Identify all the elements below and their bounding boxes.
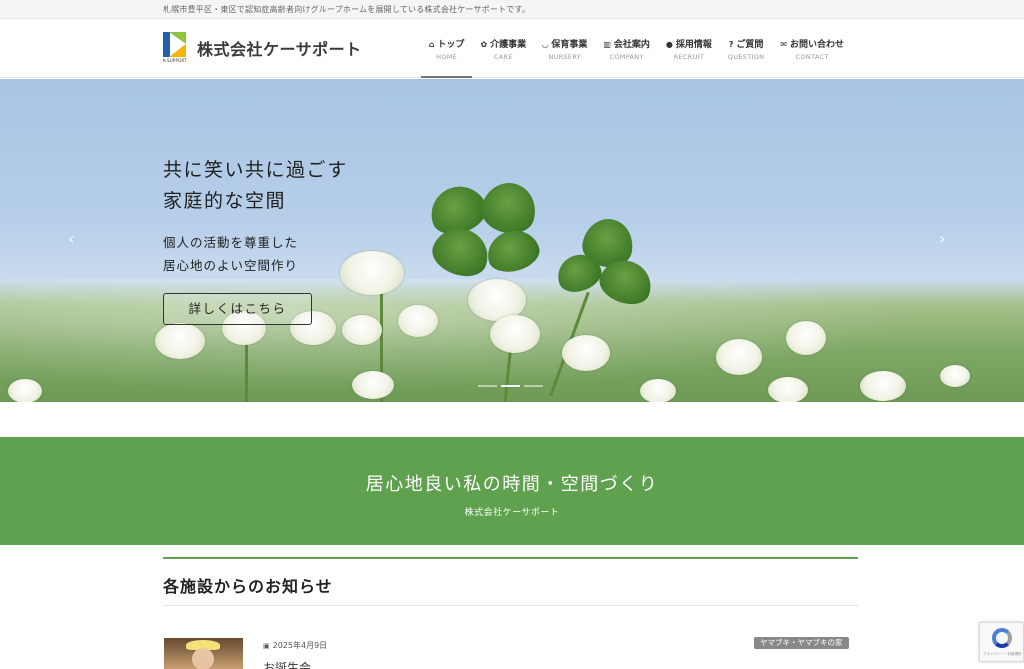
slider-dot[interactable]	[524, 385, 543, 387]
hero-subtitle: 個人の活動を尊重した 居心地のよい空間作り	[163, 231, 348, 277]
nav-item-contact[interactable]: ✉ お問い合わせ CONTACT	[772, 37, 852, 78]
site-logo[interactable]: K-SUPPORT 株式会社ケーサポート	[163, 32, 362, 63]
nav-sublabel: RECRUIT	[673, 53, 705, 61]
hero-title-line: 共に笑い共に過ごす	[163, 159, 348, 181]
hero-sub-line: 居心地のよい空間作り	[163, 258, 299, 273]
hero-copy: 共に笑い共に過ごす 家庭的な空間 個人の活動を尊重した 居心地のよい空間作り	[163, 155, 348, 277]
nav-item-home[interactable]: ⌂ トップ HOME	[420, 37, 473, 78]
mail-icon: ✉	[780, 40, 787, 49]
nav-item-recruit[interactable]: ● 採用情報 RECRUIT	[658, 37, 720, 78]
recaptcha-badge[interactable]: プライバシー・利用規約	[979, 622, 1024, 662]
nav-label: 会社案内	[613, 40, 650, 50]
building-icon: ▥	[603, 40, 611, 49]
news-date: ▣ 2025年4月9日	[263, 640, 327, 651]
nav-sublabel: CONTACT	[795, 53, 829, 61]
care-icon: ✿	[480, 40, 488, 49]
slider-next-arrow-icon[interactable]: ›	[939, 229, 945, 248]
section-divider	[163, 557, 858, 559]
news-date-text: 2025年4月9日	[272, 641, 328, 650]
nav-item-company[interactable]: ▥ 会社案内 COMPANY	[595, 37, 658, 78]
calendar-icon: ▣	[263, 642, 270, 650]
logo-subtext: K-SUPPORT	[163, 58, 187, 63]
nav-label: お問い合わせ	[789, 40, 844, 50]
slider-prev-arrow-icon[interactable]: ‹	[68, 229, 74, 248]
k-support-logo-icon: K-SUPPORT	[163, 32, 187, 63]
nav-label: ご質問	[736, 40, 764, 50]
recaptcha-icon	[992, 628, 1012, 648]
nav-item-question[interactable]: ? ご質問 QUESTION	[720, 37, 772, 78]
hero-slider: 共に笑い共に過ごす 家庭的な空間 個人の活動を尊重した 居心地のよい空間作り 詳…	[0, 79, 1024, 402]
banner-subtitle: 株式会社ケーサポート	[464, 508, 560, 518]
hero-title-line: 家庭的な空間	[163, 190, 287, 212]
top-info-text: 札幌市豊平区・東区で認知症高齢者向けグループホームを展開している株式会社ケーサポ…	[163, 5, 531, 14]
nav-label: 保育事業	[551, 40, 588, 50]
home-icon: ⌂	[428, 40, 435, 49]
main-nav: ⌂ トップ HOME ✿ 介護事業 CARE ◡ 保育事業 NURSERY ▥ 会社案内…	[420, 37, 852, 78]
nav-sublabel: COMPANY	[609, 53, 644, 61]
question-icon: ?	[728, 40, 734, 49]
company-name: 株式会社ケーサポート	[197, 40, 362, 59]
news-section-heading: 各施設からのお知らせ	[163, 577, 333, 596]
news-title-link[interactable]: お誕生会	[263, 659, 311, 669]
news-thumbnail[interactable]	[164, 638, 243, 669]
hero-details-button[interactable]: 詳しくはこちら	[163, 293, 312, 325]
nav-item-nursery[interactable]: ◡ 保育事業 NURSERY	[534, 37, 595, 78]
nav-sublabel: HOME	[436, 53, 458, 61]
nav-sublabel: NURSERY	[548, 53, 582, 61]
tagline-banner: 居心地良い私の時間・空間づくり 株式会社ケーサポート	[0, 437, 1024, 545]
recaptcha-text: プライバシー・利用規約	[983, 652, 1022, 656]
slider-dot[interactable]	[478, 385, 497, 387]
top-info-bar: 札幌市豊平区・東区で認知症高齢者向けグループホームを展開している株式会社ケーサポ…	[0, 0, 1024, 19]
nav-item-care[interactable]: ✿ 介護事業 CARE	[472, 37, 534, 78]
hero-sub-line: 個人の活動を尊重した	[163, 235, 299, 250]
nav-sublabel: CARE	[493, 53, 513, 61]
lightbulb-icon: ●	[665, 40, 673, 49]
slider-pagination	[478, 385, 543, 387]
news-category-badge[interactable]: ヤマブキ・ヤマブキの家	[754, 637, 849, 649]
slider-dot-active[interactable]	[501, 385, 520, 387]
site-header: K-SUPPORT 株式会社ケーサポート ⌂ トップ HOME ✿ 介護事業 CAR…	[0, 19, 1024, 78]
hero-title: 共に笑い共に過ごす 家庭的な空間	[163, 155, 348, 217]
nav-label: トップ	[437, 40, 465, 50]
nav-label: 採用情報	[675, 40, 712, 50]
heading-underline	[163, 605, 858, 606]
nav-label: 介護事業	[490, 40, 527, 50]
nursery-icon: ◡	[542, 40, 549, 49]
nav-sublabel: QUESTION	[727, 53, 765, 61]
banner-title: 居心地良い私の時間・空間づくり	[365, 474, 659, 495]
